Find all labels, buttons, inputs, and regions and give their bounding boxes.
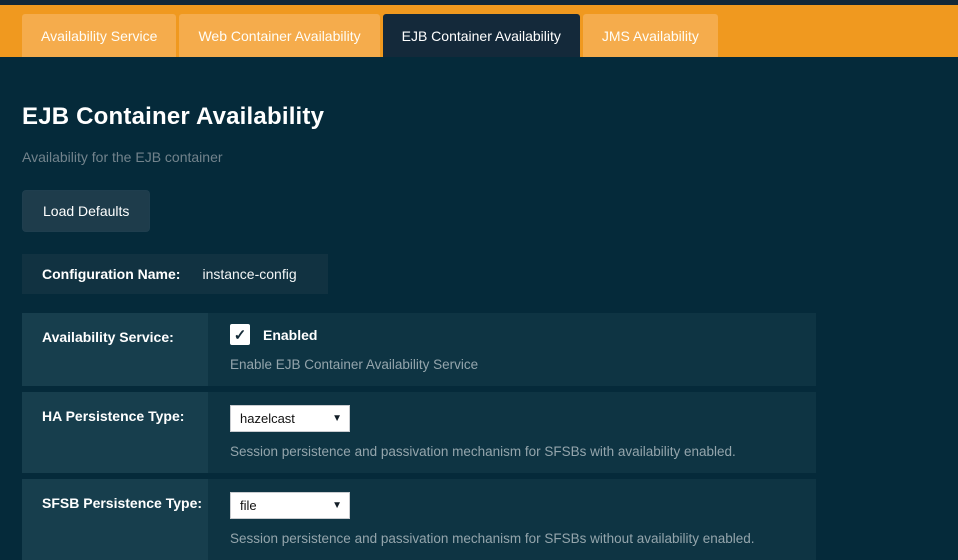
availability-service-description: Enable EJB Container Availability Servic…: [230, 357, 796, 372]
tab-ejb-container-availability[interactable]: EJB Container Availability: [383, 14, 580, 57]
tab-availability-service[interactable]: Availability Service: [22, 14, 176, 57]
row-sfsb-persistence-type: SFSB Persistence Type: file ▼ Session pe…: [22, 479, 816, 560]
page-title: EJB Container Availability: [22, 103, 936, 131]
chevron-down-icon: ▼: [332, 414, 342, 424]
ha-persistence-type-value: hazelcast: [240, 411, 295, 426]
ha-persistence-type-label: HA Persistence Type:: [22, 392, 208, 473]
page-subtitle: Availability for the EJB container: [22, 149, 936, 165]
chevron-down-icon: ▼: [332, 501, 342, 511]
sfsb-persistence-type-select[interactable]: file ▼: [230, 492, 350, 519]
tab-bar: Availability Service Web Container Avail…: [0, 5, 958, 57]
configuration-name-row: Configuration Name: instance-config: [22, 254, 328, 294]
sfsb-persistence-type-value: file: [240, 498, 257, 513]
availability-form: Availability Service: ✓ Enabled Enable E…: [22, 313, 936, 560]
sfsb-persistence-type-label: SFSB Persistence Type:: [22, 479, 208, 560]
ha-persistence-type-description: Session persistence and passivation mech…: [230, 444, 796, 459]
availability-service-checkbox[interactable]: ✓: [230, 324, 250, 345]
main-content: EJB Container Availability Availability …: [0, 103, 958, 560]
configuration-name-value: instance-config: [202, 266, 296, 282]
row-availability-service: Availability Service: ✓ Enabled Enable E…: [22, 313, 816, 386]
tab-jms-availability[interactable]: JMS Availability: [583, 14, 718, 57]
sfsb-persistence-type-description: Session persistence and passivation mech…: [230, 531, 796, 546]
availability-service-label: Availability Service:: [22, 313, 208, 386]
checkmark-icon: ✓: [234, 326, 247, 344]
ha-persistence-type-select[interactable]: hazelcast ▼: [230, 405, 350, 432]
configuration-name-label: Configuration Name:: [42, 266, 180, 282]
load-defaults-button[interactable]: Load Defaults: [22, 190, 150, 232]
row-ha-persistence-type: HA Persistence Type: hazelcast ▼ Session…: [22, 392, 816, 473]
enabled-label: Enabled: [263, 327, 317, 343]
tab-web-container-availability[interactable]: Web Container Availability: [179, 14, 379, 57]
